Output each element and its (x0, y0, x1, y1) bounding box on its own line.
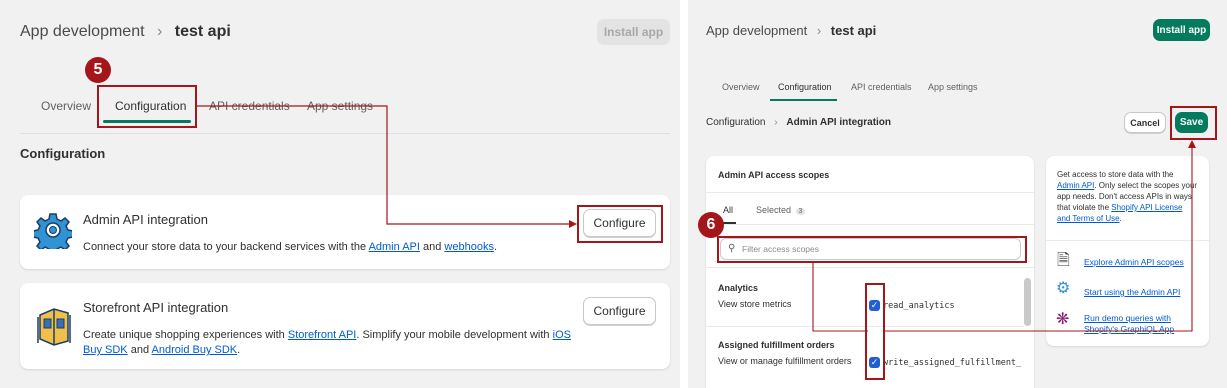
right-screenshot-panel: App development › test api Install app O… (688, 0, 1227, 388)
left-screenshot-panel: App development › test api Install app O… (0, 0, 680, 388)
annotation-arrows (812, 140, 1196, 332)
annotation-arrow (197, 105, 577, 228)
